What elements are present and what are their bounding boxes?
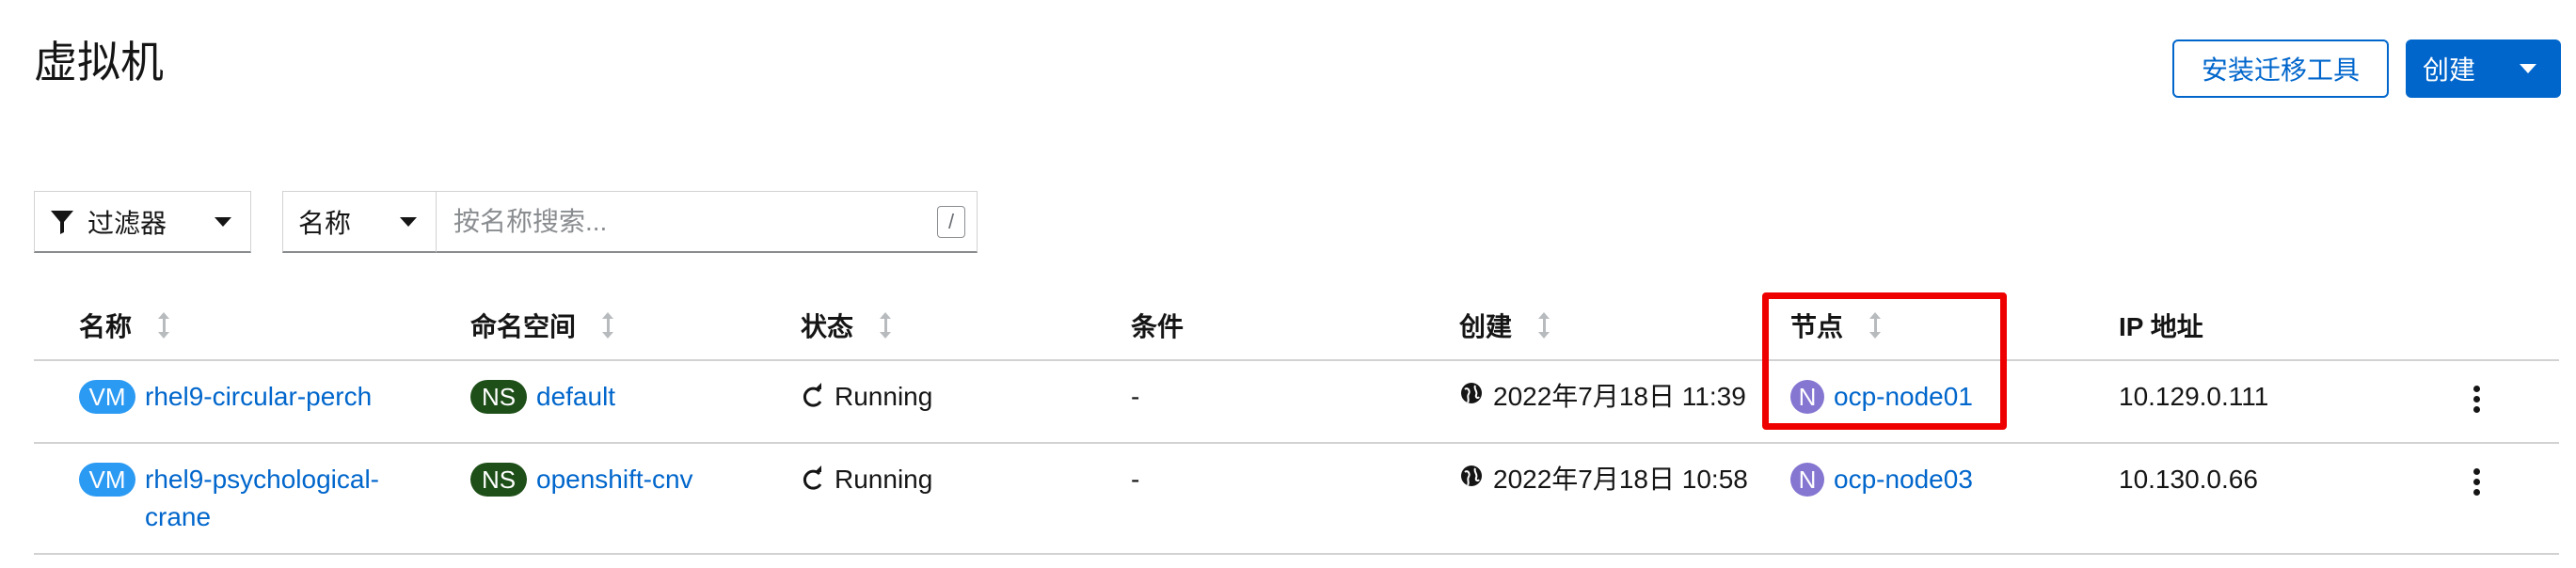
column-label: IP 地址	[2119, 312, 2203, 341]
created-text: 2022年7月18日 10:58	[1493, 465, 1748, 494]
globe-icon	[1461, 465, 1482, 486]
created-cell: 2022年7月18日 10:58	[1459, 461, 1748, 498]
conditions-cell: -	[1131, 382, 1140, 411]
sort-icon	[158, 312, 170, 339]
column-header-name[interactable]: 名称	[79, 307, 170, 344]
sort-icon	[1869, 312, 1882, 339]
node-cell: N ocp-node01	[1790, 378, 1973, 416]
column-header-ip: IP 地址	[2119, 307, 2203, 344]
sort-icon	[602, 312, 614, 339]
sync-icon	[803, 383, 822, 407]
caret-down-icon	[215, 216, 231, 227]
column-header-conditions: 条件	[1131, 307, 1184, 344]
namespace-link[interactable]: default	[536, 378, 615, 416]
namespace-cell: NS default	[470, 378, 615, 416]
column-label: 节点	[1790, 312, 1844, 341]
install-migration-tool-button[interactable]: 安装迁移工具	[2172, 39, 2389, 98]
vm-badge: VM	[79, 463, 135, 497]
table-header-divider	[34, 359, 2559, 361]
column-label: 条件	[1131, 312, 1185, 341]
column-header-status[interactable]: 状态	[801, 307, 892, 344]
column-header-node[interactable]: 节点	[1790, 307, 1882, 344]
search-input[interactable]	[452, 205, 937, 238]
create-dropdown-button[interactable]: 创建	[2406, 39, 2561, 98]
column-label: 状态	[801, 312, 854, 341]
create-button-label: 创建	[2423, 55, 2476, 85]
node-link[interactable]: ocp-node03	[1834, 461, 1973, 498]
status-text: Running	[835, 382, 933, 411]
status-text: Running	[835, 465, 933, 494]
node-badge: N	[1790, 463, 1824, 497]
namespace-cell: NS openshift-cnv	[470, 461, 693, 498]
node-badge: N	[1790, 380, 1824, 414]
ip-cell: 10.130.0.66	[2119, 465, 2258, 494]
ip-cell: 10.129.0.111	[2119, 382, 2269, 411]
node-cell: N ocp-node03	[1790, 461, 1973, 498]
filter-icon	[51, 210, 73, 234]
node-link[interactable]: ocp-node01	[1834, 378, 1973, 416]
kebab-icon[interactable]	[2471, 386, 2482, 413]
caret-down-icon	[400, 216, 417, 227]
vm-name-cell: VM rhel9-circular-perch	[79, 378, 372, 416]
vm-name-link[interactable]: rhel9-circular-perch	[145, 378, 372, 416]
sort-icon	[1538, 312, 1550, 339]
ns-badge: NS	[470, 463, 527, 497]
column-label: 创建	[1459, 312, 1513, 341]
kebab-icon[interactable]	[2471, 468, 2482, 496]
namespace-link[interactable]: openshift-cnv	[536, 461, 693, 498]
row-divider	[34, 442, 2559, 444]
column-label: 命名空间	[470, 312, 577, 341]
ns-badge: NS	[470, 380, 527, 414]
filter-dropdown[interactable]: 过滤器	[34, 191, 251, 253]
vm-name-link[interactable]: rhel9-psychological-crane	[145, 461, 418, 536]
vm-name-cell: VM rhel9-psychological-crane	[79, 461, 418, 536]
created-text: 2022年7月18日 11:39	[1493, 382, 1746, 411]
status-cell: Running	[801, 461, 932, 498]
column-label: 名称	[79, 312, 133, 341]
row-divider	[34, 553, 2559, 555]
page-title: 虚拟机	[34, 38, 164, 87]
sort-icon	[880, 312, 892, 339]
search-field: /	[436, 191, 978, 253]
globe-icon	[1461, 383, 1482, 403]
caret-down-icon	[2520, 64, 2536, 73]
conditions-cell: -	[1131, 465, 1140, 494]
column-header-created[interactable]: 创建	[1459, 307, 1550, 344]
filter-label: 过滤器	[87, 208, 167, 238]
sync-icon	[803, 465, 822, 490]
search-attribute-select[interactable]: 名称	[282, 191, 437, 253]
column-header-namespace[interactable]: 命名空间	[470, 307, 614, 344]
created-cell: 2022年7月18日 11:39	[1459, 378, 1746, 416]
attribute-label: 名称	[298, 208, 352, 238]
vm-badge: VM	[79, 380, 135, 414]
status-cell: Running	[801, 378, 932, 416]
keyboard-shortcut-hint: /	[937, 205, 965, 238]
